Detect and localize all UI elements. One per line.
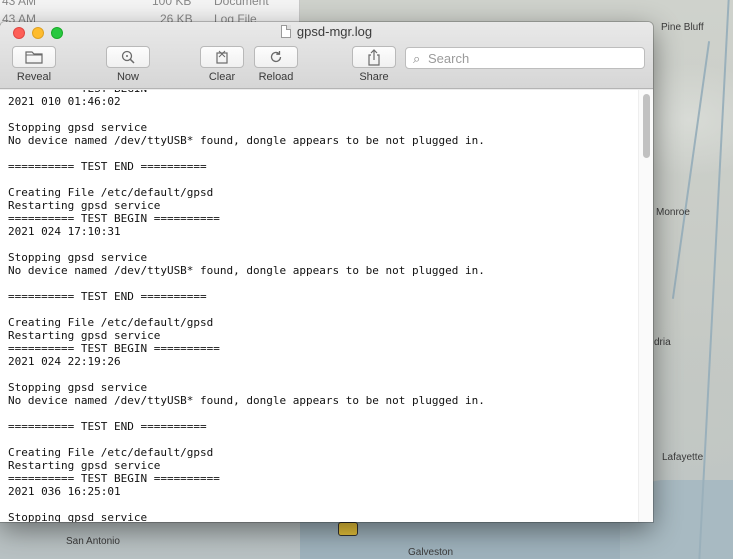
log-line: ========== TEST BEGIN ==========	[8, 342, 220, 355]
log-line: Creating File /etc/default/gpsd	[8, 186, 214, 199]
log-line: ========== TEST END ==========	[8, 290, 207, 303]
map-label-monroe: Monroe	[656, 207, 690, 218]
clear-button[interactable]	[200, 46, 244, 68]
log-line: No device named /dev/ttyUSB* found, dong…	[8, 134, 485, 147]
log-line: Stopping gpsd service	[8, 511, 148, 522]
now-button[interactable]	[106, 46, 150, 68]
reload-button[interactable]	[254, 46, 298, 68]
search-input[interactable]	[428, 50, 638, 66]
finder-row-size: 100 KB	[152, 0, 192, 8]
log-line: Stopping gpsd service	[8, 121, 148, 134]
vertical-scrollbar[interactable]	[638, 90, 653, 522]
map-label-san-antonio: San Antonio	[66, 536, 120, 547]
log-line: 2021 010 01:46:02	[8, 95, 121, 108]
log-line: Stopping gpsd service	[8, 251, 148, 264]
finder-row-time: 43 AM	[2, 0, 37, 8]
log-content[interactable]: ========== TEST BEGIN ========== 2021 010…	[0, 90, 653, 522]
log-line: Creating File /etc/default/gpsd	[8, 446, 214, 459]
finder-row-kind: Document	[214, 0, 269, 8]
search-icon: ⌕	[413, 51, 421, 66]
log-line: Creating File /etc/default/gpsd	[8, 316, 214, 329]
finder-window-behind: 43 AM 100 KB Document 43 AM 26 KB Log Fi…	[0, 0, 300, 24]
search-field[interactable]: ⌕	[405, 47, 645, 69]
folder-icon	[25, 51, 43, 64]
log-line: 2021 024 17:10:31	[8, 225, 121, 238]
river	[671, 41, 711, 299]
window-title: gpsd-mgr.log	[296, 24, 373, 39]
window-title-bar: gpsd-mgr.log	[0, 24, 653, 42]
clear-label: Clear	[208, 71, 236, 83]
document-icon	[280, 25, 291, 38]
magnifier-now-icon	[121, 50, 135, 64]
log-line: 2021 024 22:19:26	[8, 355, 121, 368]
reload-label: Reload	[258, 71, 294, 83]
map-label-alexandria: dria	[654, 337, 671, 348]
log-line: ========== TEST BEGIN ==========	[8, 472, 220, 485]
map-label-galveston: Galveston	[408, 547, 454, 558]
log-line: ========== TEST END ==========	[8, 160, 207, 173]
log-text: ========== TEST BEGIN ========== 2021 010…	[8, 90, 633, 522]
log-line: No device named /dev/ttyUSB* found, dong…	[8, 394, 485, 407]
log-line: No device named /dev/ttyUSB* found, dong…	[8, 264, 485, 277]
reload-icon	[270, 51, 282, 63]
log-line: 2021 036 16:25:01	[8, 485, 121, 498]
log-line: Restarting gpsd service	[8, 199, 161, 212]
map-label-lafayette: Lafayette	[662, 452, 704, 463]
log-line: Restarting gpsd service	[8, 459, 161, 472]
log-line: ========== TEST BEGIN ==========	[8, 212, 220, 225]
log-line: Stopping gpsd service	[8, 381, 148, 394]
highway-shield-icon	[338, 522, 358, 536]
share-button[interactable]	[352, 46, 396, 68]
toolbar: gpsd-mgr.log Reveal Now Clear Reload Sha…	[0, 22, 653, 89]
map-label-pine-bluff: Pine Bluff	[661, 22, 704, 33]
log-line: Restarting gpsd service	[8, 329, 161, 342]
scrollbar-thumb[interactable]	[643, 94, 650, 158]
share-icon	[368, 48, 380, 66]
console-window: gpsd-mgr.log Reveal Now Clear Reload Sha…	[0, 22, 653, 522]
share-label: Share	[359, 71, 389, 83]
now-label: Now	[116, 71, 139, 83]
clear-log-icon	[216, 50, 228, 64]
log-line: ========== TEST END ==========	[8, 420, 207, 433]
reveal-label: Reveal	[16, 71, 52, 83]
reveal-button[interactable]	[12, 46, 56, 68]
